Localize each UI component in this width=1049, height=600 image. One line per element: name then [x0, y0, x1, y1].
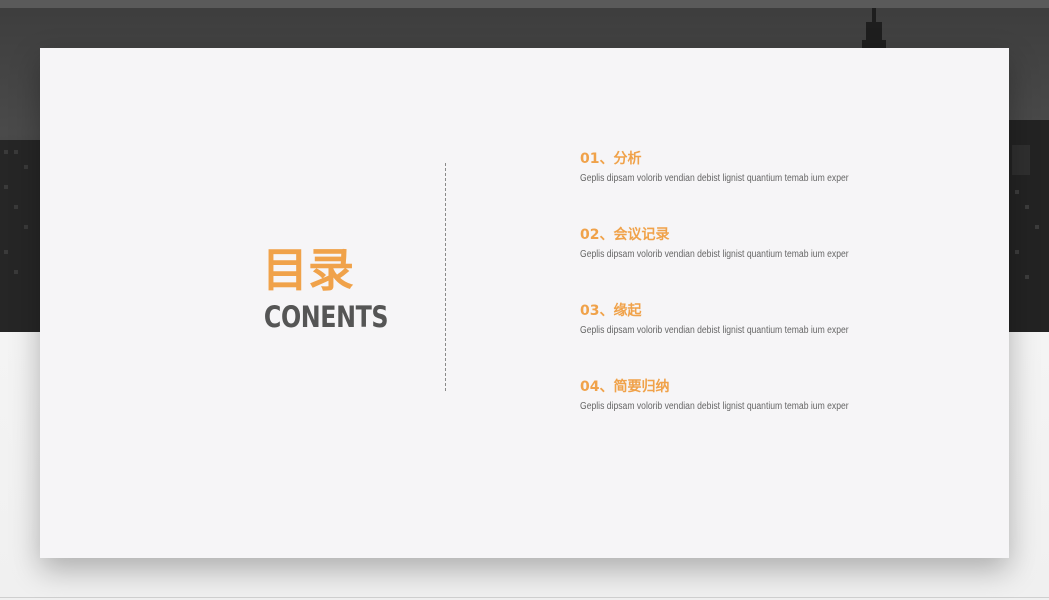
toc-item-description: Geplis dipsam volorib vendian debist lig… — [580, 173, 849, 184]
toc-item-description: Geplis dipsam volorib vendian debist lig… — [580, 401, 849, 412]
toc-item-3[interactable]: 03、缘起 Geplis dipsam volorib vendian debi… — [580, 300, 980, 360]
toc-item-heading: 02、会议记录 — [580, 227, 670, 243]
contents-title: 目录 — [262, 243, 354, 297]
vertical-dashed-divider — [445, 163, 446, 391]
toc-item-2[interactable]: 02、会议记录 Geplis dipsam volorib vendian de… — [580, 224, 980, 284]
toc-item-4[interactable]: 04、简要归纳 Geplis dipsam volorib vendian de… — [580, 376, 980, 436]
toc-item-heading: 03、缘起 — [580, 303, 642, 319]
toc-item-1[interactable]: 01、分析 Geplis dipsam volorib vendian debi… — [580, 148, 980, 208]
toc-item-heading: 04、简要归纳 — [580, 379, 670, 395]
toc-item-description: Geplis dipsam volorib vendian debist lig… — [580, 249, 849, 260]
contents-subtitle: CONENTS — [263, 300, 389, 334]
contents-card: 目录 CONENTS 01、分析 Geplis dipsam volorib v… — [40, 48, 1009, 558]
toc-item-description: Geplis dipsam volorib vendian debist lig… — [580, 325, 849, 336]
bottom-divider — [0, 597, 1049, 598]
slide-canvas: 目录 CONENTS 01、分析 Geplis dipsam volorib v… — [0, 0, 1049, 600]
toc-item-heading: 01、分析 — [580, 151, 642, 167]
